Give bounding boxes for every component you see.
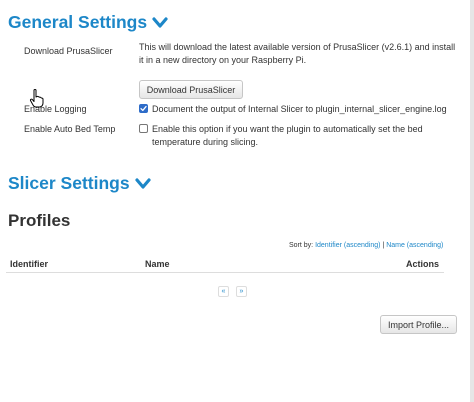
column-header-identifier[interactable]: Identifier <box>10 259 48 269</box>
download-label: Download PrusaSlicer <box>24 46 113 56</box>
sort-options: Sort by: Identifier (ascending) | Name (… <box>289 242 443 249</box>
sort-name-link[interactable]: Name (ascending) <box>386 242 443 249</box>
import-profile-button[interactable]: Import Profile... <box>380 315 457 334</box>
column-header-actions: Actions <box>406 259 440 269</box>
download-prusaslicer-button[interactable]: Download PrusaSlicer <box>139 80 243 99</box>
settings-page: General Settings Download PrusaSlicer Th… <box>0 0 470 402</box>
slicer-settings-header[interactable]: Slicer Settings <box>8 173 151 194</box>
auto-bed-temp-description: Enable this option if you want the plugi… <box>152 124 423 147</box>
table-divider <box>6 272 444 273</box>
column-header-name[interactable]: Name <box>145 259 170 269</box>
enable-logging-checkbox[interactable] <box>139 104 148 113</box>
window-edge <box>470 0 474 402</box>
download-description: This will download the latest available … <box>139 42 456 65</box>
slicer-settings-title: Slicer Settings <box>8 173 130 193</box>
checkmark-icon <box>140 105 147 112</box>
hand-cursor-icon <box>29 89 44 108</box>
enable-logging-description: Document the output of Internal Slicer t… <box>152 104 447 114</box>
chevron-down-icon[interactable] <box>134 177 151 190</box>
pagination-next-button[interactable]: » <box>236 286 247 297</box>
auto-bed-temp-checkbox[interactable] <box>139 124 148 133</box>
profiles-heading: Profiles <box>8 211 71 230</box>
sort-prefix: Sort by: <box>289 242 314 249</box>
pagination-prev-button[interactable]: « <box>218 286 229 297</box>
chevron-down-icon[interactable] <box>152 16 168 29</box>
sort-identifier-link[interactable]: Identifier (ascending) <box>315 242 380 249</box>
auto-bed-temp-label: Enable Auto Bed Temp <box>24 124 116 134</box>
general-settings-header[interactable]: General Settings <box>8 12 168 33</box>
sort-separator: | <box>382 242 385 249</box>
general-settings-title: General Settings <box>8 12 148 32</box>
